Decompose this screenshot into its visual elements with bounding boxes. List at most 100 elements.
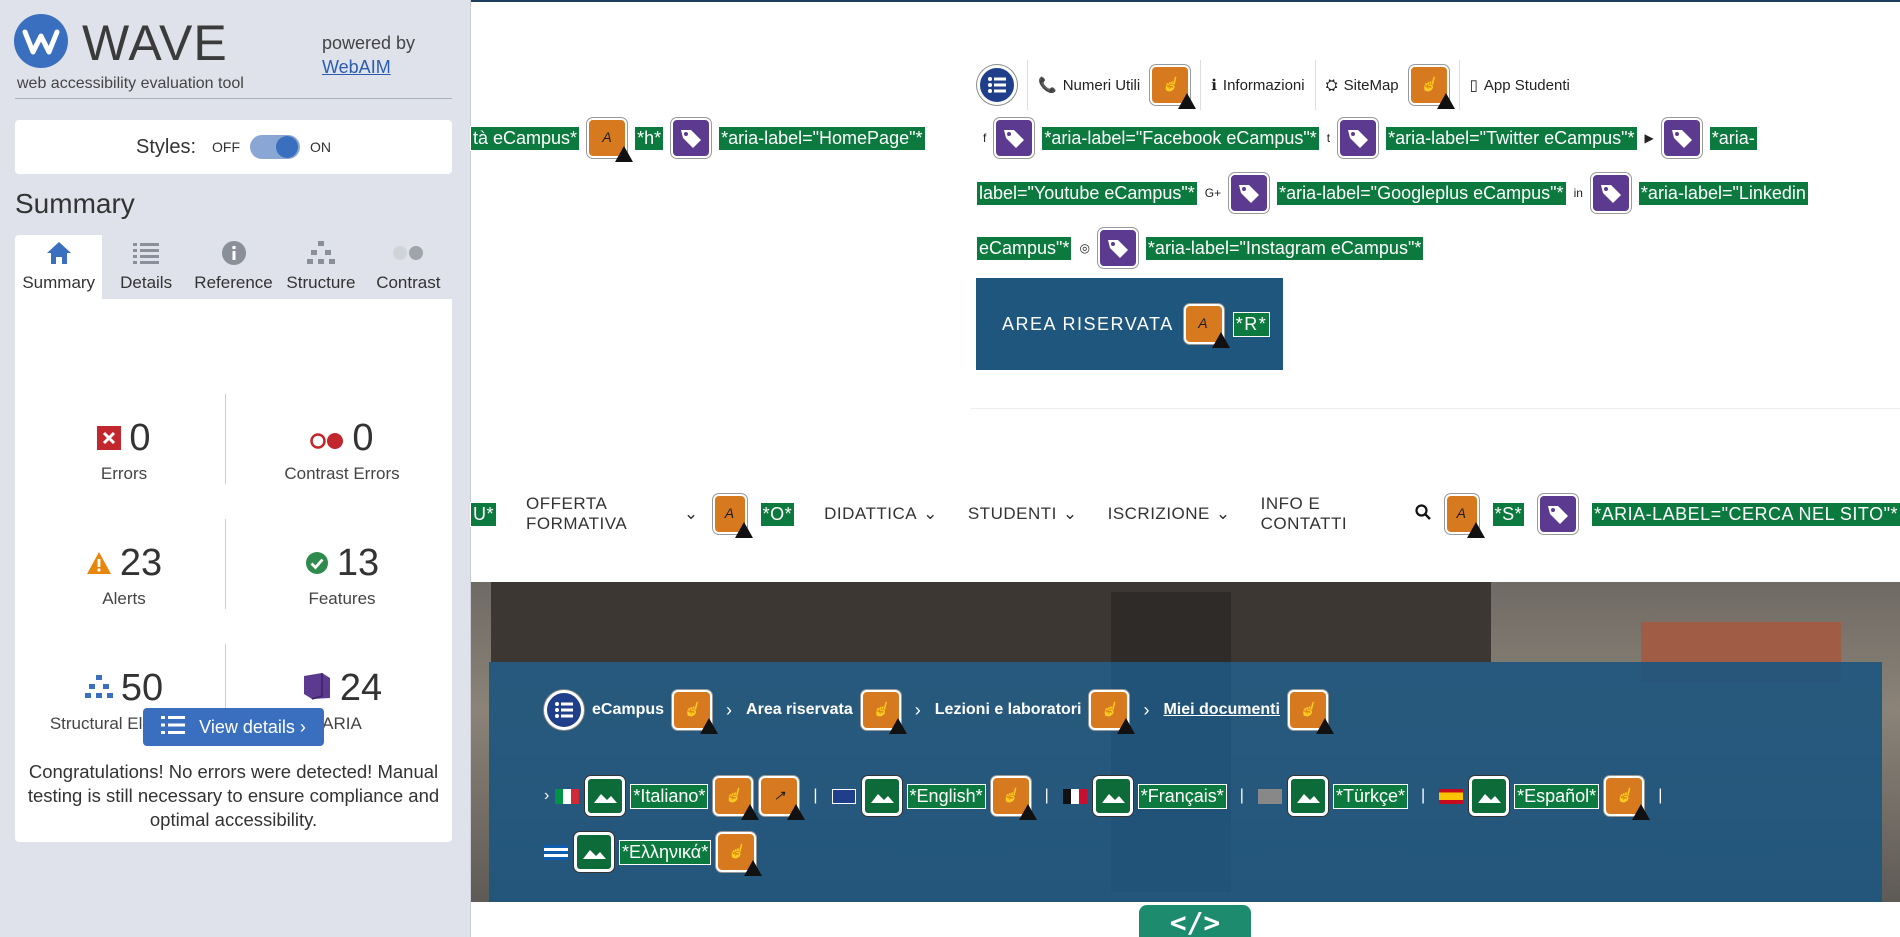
tab-details[interactable]: Details — [102, 235, 189, 299]
hero-building — [491, 582, 1491, 662]
wave-aria-label: eCampus"* — [975, 235, 1073, 261]
alert-redundant-link-icon[interactable]: ☝ — [1287, 690, 1334, 734]
aria-tag-icon[interactable] — [1590, 173, 1631, 213]
breadcrumb-item[interactable]: eCampus — [592, 701, 664, 719]
errors-label: Errors — [100, 464, 148, 483]
separator: | — [1420, 787, 1426, 804]
nav-label: DIDATTICA — [824, 504, 918, 523]
aria-tag-icon[interactable] — [1229, 173, 1270, 213]
breadcrumb-item[interactable]: Lezioni e laboratori — [935, 701, 1082, 719]
stat-errors[interactable]: 0 Errors — [15, 414, 233, 484]
tab-contrast[interactable]: Contrast — [365, 235, 452, 299]
list-structure-icon[interactable] — [544, 690, 584, 730]
alert-redundant-link-icon[interactable]: ☝ — [1408, 65, 1455, 109]
alert-redundant-link-icon[interactable]: ☝ — [716, 832, 763, 876]
styles-toggle[interactable] — [250, 135, 301, 159]
alert-access-key-icon[interactable]: A — [587, 118, 634, 162]
wave-title: WAVE — [82, 15, 228, 71]
twitter-icon[interactable]: t — [1327, 131, 1330, 145]
homepage-link[interactable]: tà eCampus* A *h* *aria-label="HomePage"… — [469, 118, 926, 162]
facebook-icon[interactable]: f — [983, 131, 986, 145]
alert-access-key-icon[interactable]: A — [712, 494, 753, 538]
alert-redundant-link-icon[interactable]: ☝ — [713, 776, 760, 820]
wave-alt-label: *Français* — [1137, 783, 1227, 809]
wave-aria-label: *aria-label="Instagram eCampus"* — [1144, 235, 1425, 261]
aria-tag-icon[interactable] — [671, 118, 712, 158]
nav-item-didattica[interactable]: DIDATTICA ⌄ — [824, 504, 938, 524]
congrats-message: Congratulations! No errors were detected… — [27, 761, 440, 830]
language-row-1: › *Italiano* ☝ ↗ | *English* ☝ | *França… — [544, 776, 1670, 820]
aria-tag-icon[interactable] — [994, 118, 1035, 158]
googleplus-icon[interactable]: G+ — [1205, 186, 1221, 200]
divider — [1458, 60, 1460, 110]
breadcrumb-current[interactable]: Miei documenti — [1163, 701, 1279, 719]
linkedin-icon[interactable]: in — [1574, 186, 1583, 200]
image-icon[interactable] — [1469, 776, 1510, 816]
code-view-button[interactable]: </> — [1139, 905, 1251, 937]
sitemap-link[interactable]: ⛭ SiteMap — [1326, 77, 1399, 94]
alert-icon — [86, 542, 112, 585]
breadcrumb-item[interactable]: Area riservata — [746, 701, 853, 719]
tab-summary[interactable]: Summary — [15, 235, 103, 299]
nav-item-offerta[interactable]: OFFERTA FORMATIVA ⌄ — [526, 494, 699, 534]
stat-features[interactable]: 13 Features — [233, 539, 451, 609]
mobile-icon: ▯ — [1469, 77, 1478, 94]
chevron-right-icon: › — [1143, 699, 1150, 720]
nav-item-info[interactable]: INFO E CONTATTI — [1261, 494, 1387, 534]
hierarchy-icon — [306, 239, 335, 267]
youtube-icon[interactable]: ▶ — [1645, 131, 1654, 145]
alert-redundant-link-icon[interactable]: ☝ — [1150, 65, 1197, 109]
social-row-1: f *aria-label="Facebook eCampus"* t *ari… — [983, 118, 1758, 158]
instagram-icon[interactable]: ◎ — [1079, 241, 1089, 255]
social-row-2: label="Youtube eCampus"* G+ *aria-label=… — [976, 173, 1809, 213]
stat-contrast-errors[interactable]: 0 Contrast Errors — [233, 414, 451, 484]
divider — [15, 98, 452, 99]
wave-aria-label: *aria-label="Googleplus eCampus"* — [1276, 180, 1567, 206]
summary-heading: Summary — [15, 188, 135, 219]
flag-france-icon — [1062, 788, 1087, 804]
app-studenti-link[interactable]: ▯ App Studenti — [1469, 76, 1570, 95]
area-riservata-label: AREA RISERVATA — [1002, 313, 1174, 334]
aria-tag-icon[interactable] — [1097, 228, 1138, 268]
view-details-button[interactable]: View details › — [143, 708, 324, 746]
wave-text-label: *h* — [634, 125, 665, 151]
nav-item-studenti[interactable]: STUDENTI ⌄ — [968, 504, 1078, 524]
wave-sidebar: WAVE web accessibility evaluation tool p… — [0, 0, 471, 937]
view-details-label: View details › — [199, 716, 306, 737]
alert-new-window-icon[interactable]: ↗ — [759, 776, 806, 820]
list-structure-icon[interactable] — [977, 65, 1017, 105]
nav-item-iscrizione[interactable]: ISCRIZIONE ⌄ — [1108, 504, 1231, 524]
social-row-3: eCampus"* ◎ *aria-label="Instagram eCamp… — [975, 228, 1425, 268]
alert-redundant-link-icon[interactable]: ☝ — [1089, 690, 1136, 734]
nav-label: ISCRIZIONE — [1107, 504, 1210, 523]
alert-redundant-link-icon[interactable]: ☝ — [990, 776, 1037, 820]
alert-redundant-link-icon[interactable]: ☝ — [860, 690, 907, 734]
area-riservata-button[interactable]: AREA RISERVATA A *R* — [976, 278, 1283, 370]
aria-tag-icon[interactable] — [1538, 494, 1579, 534]
list-icon — [161, 715, 186, 740]
alert-redundant-link-icon[interactable]: ☝ — [672, 690, 719, 734]
alert-redundant-link-icon[interactable]: ☝ — [1604, 776, 1651, 820]
alert-access-key-icon[interactable]: A — [1183, 304, 1230, 348]
informazioni-label: Informazioni — [1222, 76, 1305, 94]
image-icon[interactable] — [574, 832, 614, 872]
informazioni-link[interactable]: ℹ Informazioni — [1211, 76, 1305, 95]
image-icon[interactable] — [861, 776, 902, 816]
webaim-link[interactable]: WebAIM — [322, 57, 391, 77]
wave-alt-label: *Türkçe* — [1332, 783, 1408, 809]
separator: | — [1044, 787, 1049, 804]
tab-structure[interactable]: Structure — [277, 235, 364, 299]
image-icon[interactable] — [1287, 776, 1328, 816]
tab-reference[interactable]: Reference — [190, 235, 277, 299]
aria-tag-icon[interactable] — [1661, 118, 1702, 158]
image-icon[interactable] — [585, 776, 626, 816]
main-nav: U* OFFERTA FORMATIVA ⌄ A *O* DIDATTICA ⌄ S… — [469, 494, 1900, 538]
divider — [1314, 60, 1316, 110]
numeri-utili-link[interactable]: 📞 Numeri Utili — [1038, 76, 1140, 95]
aria-tag-icon[interactable] — [1338, 118, 1379, 158]
alert-access-key-icon[interactable]: A — [1444, 494, 1485, 538]
stat-alerts[interactable]: 23 Alerts — [15, 539, 233, 609]
search-icon[interactable] — [1415, 503, 1431, 525]
styles-label: Styles: — [135, 135, 197, 158]
image-icon[interactable] — [1092, 776, 1133, 816]
